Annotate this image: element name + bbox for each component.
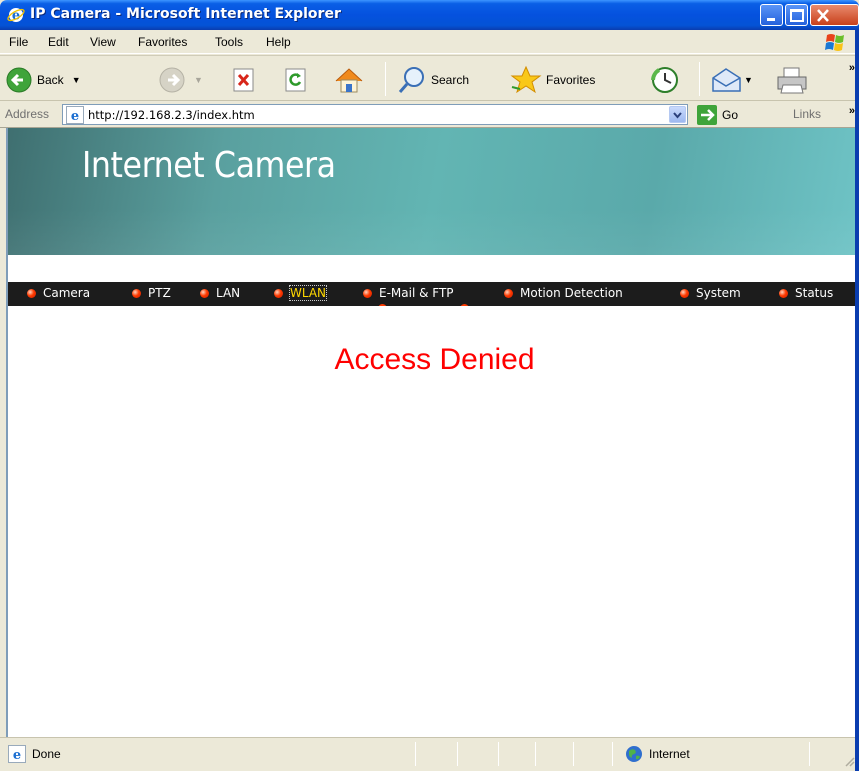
minimize-icon [767,18,775,21]
window-title: IP Camera - Microsoft Internet Explorer [30,6,341,22]
forward-arrow-icon [159,67,185,93]
minimize-button[interactable] [760,4,783,26]
menu-edit[interactable]: Edit [48,35,69,49]
camera-nav: Camera PTZ LAN WLAN E-Mail & FTP Motion … [8,282,859,306]
search-icon [398,67,424,93]
home-button[interactable] [333,64,365,96]
home-icon [335,68,363,93]
close-button[interactable] [810,4,859,26]
menu-tools[interactable]: Tools [215,35,243,49]
page-ie-icon: e [66,106,84,124]
title-bar[interactable]: e IP Camera - Microsoft Internet Explore… [0,0,859,30]
back-arrow-icon [6,67,32,93]
nav-camera[interactable]: Camera [27,286,90,300]
nav-system[interactable]: System [680,286,741,300]
resize-grip-icon[interactable] [843,755,855,767]
forward-button[interactable]: ▼ [158,64,203,96]
toolbar-separator [385,62,386,96]
printer-icon [777,67,807,94]
toolbar-separator [699,62,700,96]
chevron-down-icon [673,112,682,119]
security-zone[interactable]: Internet [625,745,690,763]
mail-icon [712,68,741,92]
bullet-icon [132,288,141,298]
toolbar: Back ▼ ▼ Search Favorites ▼ » [0,55,859,101]
stop-icon [233,68,254,92]
address-label: Address [5,107,50,121]
window-frame-right [855,30,859,771]
nav-lan[interactable]: LAN [200,286,240,300]
status-bar: e Done Internet [0,737,859,771]
globe-icon [626,746,642,762]
forward-dropdown-icon[interactable]: ▼ [194,75,203,85]
nav-email-ftp[interactable]: E-Mail & FTP [363,286,454,300]
refresh-icon [285,68,306,92]
bullet-icon [363,288,372,298]
bullet-icon [680,288,689,298]
refresh-button[interactable] [284,64,308,96]
maximize-button[interactable] [785,4,808,26]
favorites-star-icon [510,65,542,94]
search-button[interactable]: Search [397,64,469,96]
close-icon [817,9,829,22]
windows-logo-icon [825,34,844,51]
menu-view[interactable]: View [90,35,116,49]
nav-motion-detection[interactable]: Motion Detection [504,286,623,300]
menu-bar: File Edit View Favorites Tools Help [0,30,859,54]
back-button[interactable]: Back ▼ [5,64,81,96]
status-text: Done [32,747,61,761]
bullet-icon [274,288,283,298]
nav-overflow-row [378,302,478,306]
menu-favorites[interactable]: Favorites [138,35,187,49]
camera-banner: Internet Camera [8,128,859,282]
access-denied-message: Access Denied [334,343,535,376]
browser-window: e IP Camera - Microsoft Internet Explore… [0,0,859,771]
svg-text:e: e [71,109,79,124]
address-bar: Address e http://192.168.2.3/index.htm G… [0,101,859,128]
links-button[interactable]: Links [793,107,821,121]
favorites-button[interactable]: Favorites [510,64,595,96]
address-input[interactable]: e http://192.168.2.3/index.htm [62,104,688,125]
bullet-icon [504,288,513,298]
bullet-icon [779,288,788,298]
page-viewport[interactable]: Internet Camera Camera PTZ LAN WLAN E-Ma… [6,128,859,737]
menu-file[interactable]: File [9,35,28,49]
go-button[interactable]: Go [697,105,738,125]
address-dropdown-button[interactable] [669,106,686,123]
history-button[interactable] [649,64,681,96]
print-button[interactable] [775,64,809,96]
search-label: Search [431,73,470,87]
zone-label: Internet [649,747,690,761]
internet-explorer-icon: e [7,8,25,24]
go-arrow-icon [697,105,717,125]
nav-ptz[interactable]: PTZ [132,286,171,300]
stop-button[interactable] [232,64,256,96]
nav-wlan[interactable]: WLAN [274,285,328,301]
go-label: Go [722,108,739,122]
mail-button[interactable]: ▼ [710,64,753,96]
back-dropdown-icon[interactable]: ▼ [72,75,81,85]
menu-help[interactable]: Help [266,35,291,49]
bullet-icon [200,288,209,298]
bullet-icon [27,288,36,298]
address-url: http://192.168.2.3/index.htm [88,108,255,122]
maximize-icon [790,9,804,22]
history-icon [651,67,678,93]
nav-status[interactable]: Status [779,286,833,300]
back-label: Back [37,73,64,87]
svg-text:e: e [13,748,21,763]
mail-dropdown-icon[interactable]: ▼ [744,75,753,85]
banner-title: Internet Camera [82,145,336,186]
favorites-label: Favorites [546,73,596,87]
page-done-icon: e [8,745,26,763]
